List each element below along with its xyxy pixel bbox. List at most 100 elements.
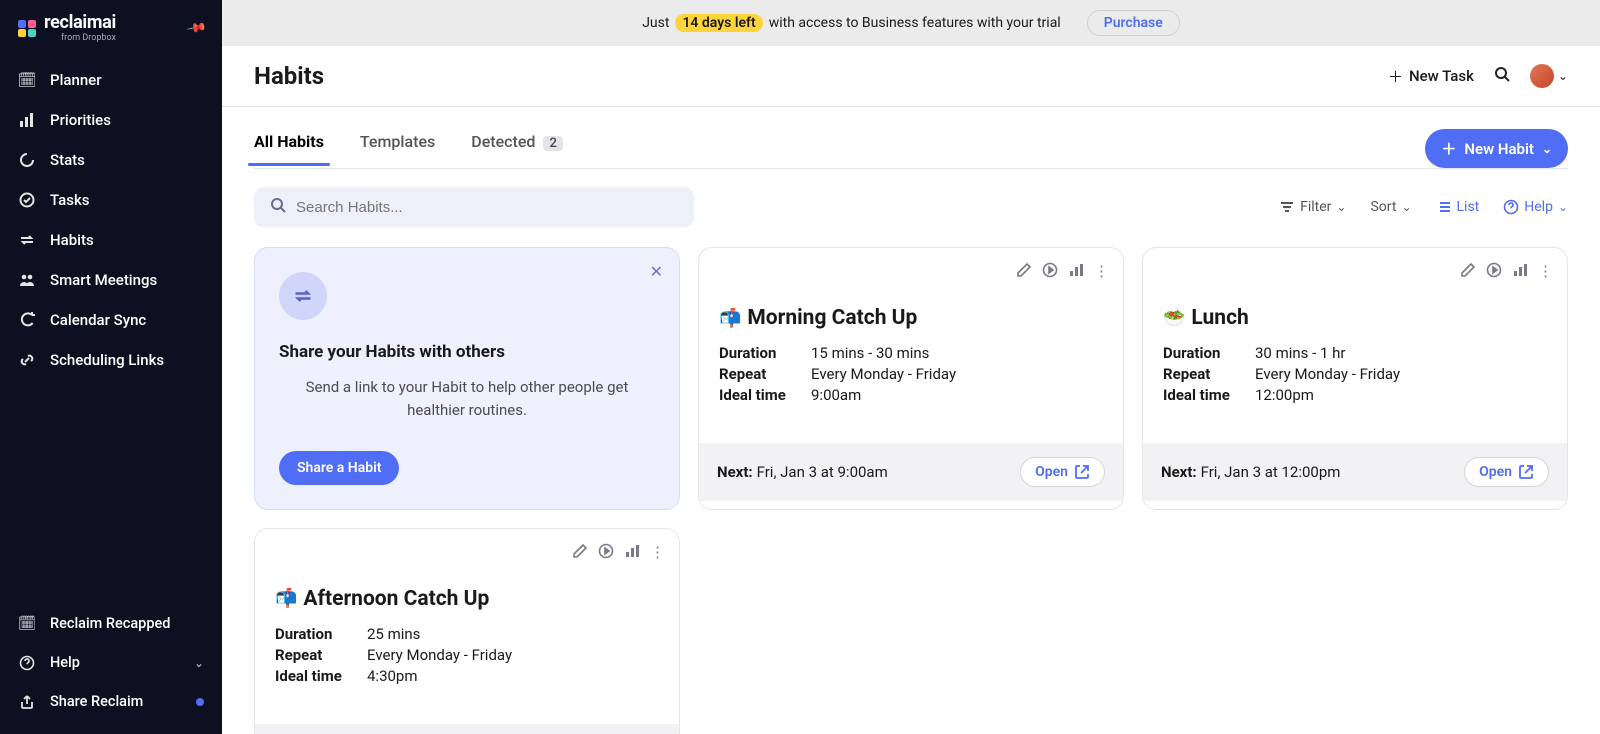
- habit-title: 📬Morning Catch Up: [719, 306, 1103, 330]
- habit-emoji-icon: 📬: [275, 588, 297, 609]
- sidebar-item-priorities[interactable]: Priorities: [0, 101, 222, 139]
- next-label: Next:: [717, 463, 753, 481]
- external-link-icon: [1518, 464, 1534, 480]
- open-button[interactable]: Open: [1464, 457, 1549, 487]
- habit-footer: Next:Fri, Jan 3 at 12:00pm Open: [1143, 443, 1567, 501]
- sidebar-item-label: Calendar Sync: [50, 311, 146, 329]
- sidebar-item-scheduling-links[interactable]: Scheduling Links: [0, 341, 222, 379]
- repeat-label: Repeat: [719, 365, 811, 383]
- card-actions: ⋮: [572, 543, 665, 563]
- banner-highlight: 14 days left: [675, 14, 762, 32]
- new-task-button[interactable]: ＋ New Task: [1388, 66, 1474, 87]
- sidebar-item-label: Planner: [50, 71, 102, 89]
- chevron-down-icon: ⌄: [1542, 142, 1552, 156]
- duration-label: Duration: [275, 625, 367, 643]
- ideal-value: 4:30pm: [367, 667, 659, 685]
- habit-card: ⋮ 🥗Lunch Duration30 mins - 1 hr RepeatEv…: [1142, 247, 1568, 510]
- tab-label: All Habits: [254, 132, 324, 151]
- share-habit-button[interactable]: Share a Habit: [279, 451, 399, 485]
- ideal-label: Ideal time: [719, 386, 811, 404]
- purchase-button[interactable]: Purchase: [1087, 10, 1180, 36]
- habit-title: 📬 Afternoon Catch Up: [275, 587, 659, 611]
- sidebar-item-smart-meetings[interactable]: Smart Meetings: [0, 261, 222, 299]
- edit-icon[interactable]: [1016, 262, 1032, 282]
- chevron-down-icon: ⌄: [194, 656, 204, 670]
- habit-details: Duration25 mins RepeatEvery Monday - Fri…: [275, 625, 659, 685]
- sidebar-item-calendar-sync[interactable]: Calendar Sync: [0, 301, 222, 339]
- habit-card: ⋮ 📬 Afternoon Catch Up Duration25 mins Re…: [254, 528, 680, 734]
- duration-value: 25 mins: [367, 625, 659, 643]
- trial-banner: Just 14 days left with access to Busines…: [222, 0, 1600, 46]
- sidebar-item-tasks[interactable]: Tasks: [0, 181, 222, 219]
- play-icon[interactable]: [598, 543, 614, 563]
- habit-footer: Next:Fri, Jan 3 at 5:00pm Open: [255, 724, 679, 734]
- plus-icon: ＋: [1441, 138, 1456, 159]
- card-actions: ⋮: [1460, 262, 1553, 282]
- sidebar-item-share-reclaim[interactable]: Share Reclaim: [0, 683, 222, 720]
- stats-icon[interactable]: [1512, 262, 1528, 282]
- habit-card: ⋮ 📬Morning Catch Up Duration15 mins - 30…: [698, 247, 1124, 510]
- bars-icon: [18, 112, 36, 128]
- stats-icon[interactable]: [624, 543, 640, 563]
- logo-row: reclaimai from Dropbox 📌: [0, 14, 222, 55]
- habit-title-text: Afternoon Catch Up: [303, 587, 489, 611]
- page-header: Habits ＋ New Task ⌄: [222, 46, 1600, 107]
- edit-icon[interactable]: [572, 543, 588, 563]
- header-right: ＋ New Task ⌄: [1388, 64, 1568, 88]
- next-value: Fri, Jan 3 at 9:00am: [757, 463, 888, 481]
- new-task-label: New Task: [1409, 67, 1474, 85]
- sidebar-item-stats[interactable]: Stats: [0, 141, 222, 179]
- habit-details: Duration30 mins - 1 hr RepeatEvery Monda…: [1163, 344, 1547, 404]
- list-view-button[interactable]: List: [1436, 199, 1480, 215]
- habit-emoji-icon: 📬: [719, 308, 741, 329]
- close-icon[interactable]: ✕: [650, 262, 663, 281]
- pin-icon[interactable]: 📌: [185, 18, 207, 40]
- duration-value: 30 mins - 1 hr: [1255, 344, 1547, 362]
- promo-title: Share your Habits with others: [279, 342, 655, 362]
- sidebar-item-label: Share Reclaim: [50, 693, 143, 710]
- edit-icon[interactable]: [1460, 262, 1476, 282]
- more-icon[interactable]: ⋮: [1094, 262, 1109, 282]
- more-icon[interactable]: ⋮: [650, 543, 665, 563]
- banner-suffix: with access to Business features with yo…: [769, 15, 1061, 31]
- sort-button[interactable]: Sort ⌄: [1370, 199, 1411, 215]
- search-box[interactable]: [254, 187, 694, 227]
- more-icon[interactable]: ⋮: [1538, 262, 1553, 282]
- search-icon[interactable]: [1494, 66, 1510, 86]
- sync-icon: [18, 312, 36, 328]
- duration-label: Duration: [719, 344, 811, 362]
- stats-icon[interactable]: [1068, 262, 1084, 282]
- open-button[interactable]: Open: [1020, 457, 1105, 487]
- open-label: Open: [1479, 464, 1512, 480]
- filter-button[interactable]: Filter ⌄: [1279, 199, 1346, 215]
- subheader: All Habits Templates Detected 2 ＋ New Ha…: [222, 107, 1600, 168]
- brand-name: reclaimai: [44, 14, 116, 32]
- sidebar-item-planner[interactable]: 🗓 Planner: [0, 61, 222, 99]
- tab-label: Detected: [471, 132, 535, 151]
- list-label: List: [1457, 199, 1480, 215]
- play-icon[interactable]: [1042, 262, 1058, 282]
- sidebar-nav: 🗓 Planner Priorities Stats Tasks Habi: [0, 61, 222, 379]
- help-button[interactable]: Help ⌄: [1503, 199, 1568, 215]
- tab-all-habits[interactable]: All Habits: [254, 132, 324, 165]
- sidebar-item-habits[interactable]: Habits: [0, 221, 222, 259]
- search-input[interactable]: [296, 199, 678, 216]
- new-habit-label: New Habit: [1464, 140, 1534, 158]
- help-icon: [1503, 199, 1519, 215]
- user-menu[interactable]: ⌄: [1530, 64, 1568, 88]
- tabs: All Habits Templates Detected 2: [254, 132, 563, 165]
- sidebar-item-label: Priorities: [50, 111, 111, 129]
- promo-body: Send a link to your Habit to help other …: [279, 376, 655, 423]
- next-value: Fri, Jan 3 at 12:00pm: [1201, 463, 1341, 481]
- sidebar-item-recapped[interactable]: 🗓 Reclaim Recapped: [0, 605, 222, 642]
- loop-icon: [18, 232, 36, 248]
- tab-detected[interactable]: Detected 2: [471, 132, 563, 165]
- habit-footer: Next:Fri, Jan 3 at 9:00am Open: [699, 443, 1123, 501]
- tab-templates[interactable]: Templates: [360, 132, 435, 165]
- filter-icon: [1279, 199, 1295, 215]
- sidebar-item-help[interactable]: Help ⌄: [0, 644, 222, 681]
- new-habit-button[interactable]: ＋ New Habit ⌄: [1425, 129, 1568, 168]
- logo[interactable]: reclaimai from Dropbox: [18, 14, 116, 43]
- chevron-down-icon: ⌄: [1401, 200, 1411, 214]
- play-icon[interactable]: [1486, 262, 1502, 282]
